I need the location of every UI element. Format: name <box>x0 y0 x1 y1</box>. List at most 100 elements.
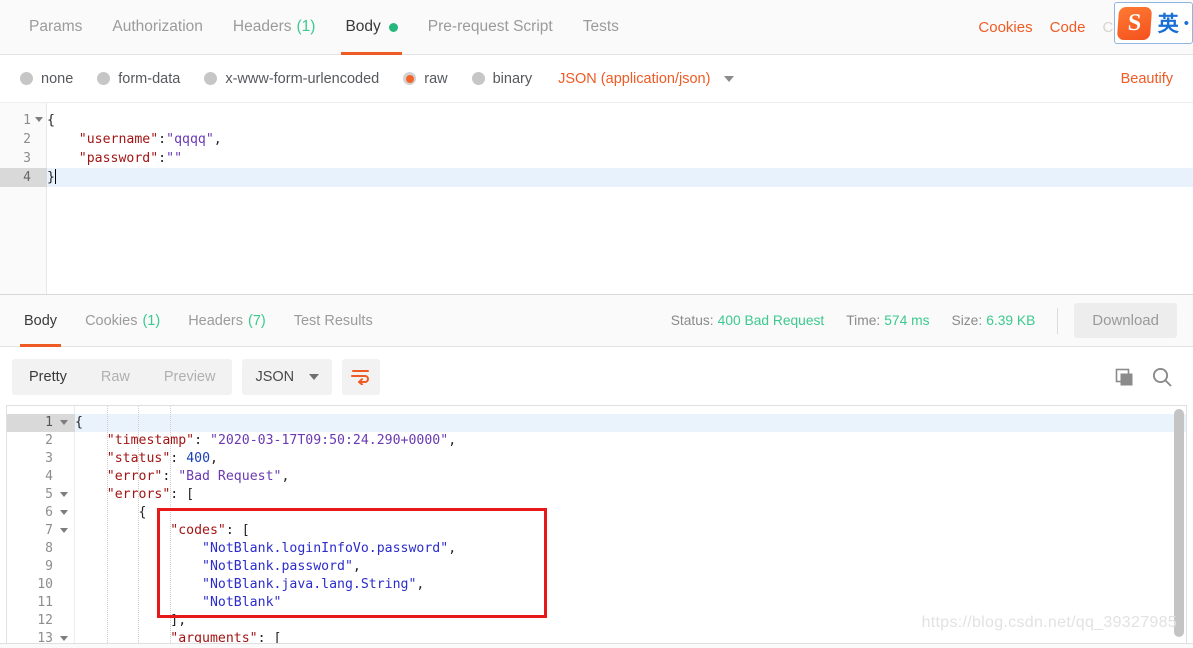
view-mode-raw[interactable]: Raw <box>84 359 147 395</box>
response-tab-cookies[interactable]: Cookies (1) <box>71 295 174 347</box>
response-tab-test-results[interactable]: Test Results <box>280 295 387 347</box>
code-line[interactable]: { <box>47 111 55 130</box>
code-token: "codes" <box>170 523 226 538</box>
request-tab-tests[interactable]: Tests <box>568 0 634 55</box>
mime-type-label: JSON (application/json) <box>558 70 711 87</box>
size-label: Size: <box>951 313 983 328</box>
request-tab-body[interactable]: Body <box>330 0 412 55</box>
request-tab-bar: Params Authorization Headers (1) Body Pre-req… <box>0 0 1193 55</box>
fold-arrow-icon[interactable] <box>60 492 68 497</box>
line-number[interactable]: 2 <box>0 130 47 149</box>
response-format-dropdown[interactable]: JSON <box>242 359 333 395</box>
code-line[interactable]: "codes": [ <box>75 522 249 540</box>
mime-type-dropdown[interactable]: JSON (application/json) <box>558 70 735 87</box>
code-token: "NotBlank.java.lang.String" <box>202 577 417 592</box>
search-button[interactable] <box>1151 366 1173 388</box>
line-number[interactable]: 4 <box>0 168 47 187</box>
code-line[interactable]: "NotBlank.password", <box>75 558 361 576</box>
line-number[interactable]: 9 <box>7 558 75 576</box>
copy-icon <box>1115 368 1133 385</box>
line-number[interactable]: 1 <box>0 111 47 130</box>
code-line[interactable]: "errors": [ <box>75 486 194 504</box>
line-number[interactable]: 3 <box>0 149 47 168</box>
line-number[interactable]: 12 <box>7 612 75 630</box>
response-tab-body[interactable]: Body <box>10 295 71 347</box>
body-modified-dot-icon <box>388 22 398 32</box>
line-number[interactable]: 1 <box>7 414 75 432</box>
body-type-binary[interactable]: binary <box>471 71 532 87</box>
code-line[interactable]: "error": "Bad Request", <box>75 468 290 486</box>
sogou-logo-icon[interactable]: S <box>1116 6 1152 40</box>
body-type-none[interactable]: none <box>20 71 73 87</box>
code-line[interactable]: "NotBlank.java.lang.String", <box>75 576 424 594</box>
fold-arrow-icon[interactable] <box>60 636 68 641</box>
tab-label: Tests <box>582 18 619 35</box>
code-link[interactable]: Code <box>1050 19 1086 36</box>
sogou-ime-toolbar[interactable]: S 英 • <box>1113 2 1193 44</box>
line-number[interactable]: 10 <box>7 576 75 594</box>
ime-more-icon[interactable]: • <box>1182 15 1189 32</box>
vertical-scrollbar[interactable] <box>1174 409 1184 637</box>
body-type-x-www-form-urlencoded[interactable]: x-www-form-urlencoded <box>204 71 379 87</box>
line-number[interactable]: 13 <box>7 630 75 643</box>
line-number[interactable]: 11 <box>7 594 75 612</box>
code-token: ], <box>75 613 187 628</box>
line-number[interactable]: 2 <box>7 432 75 450</box>
request-body-editor[interactable]: 1234 { "username":"qqqq", "password":""} <box>0 103 1193 295</box>
line-number[interactable]: 4 <box>7 468 75 486</box>
tab-label: Headers <box>188 312 243 329</box>
code-line[interactable]: "arguments": [ <box>75 630 281 643</box>
code-line[interactable]: { <box>75 504 147 522</box>
code-token: "status" <box>106 451 171 466</box>
fold-arrow-icon[interactable] <box>35 117 43 122</box>
body-type-form-data[interactable]: form-data <box>97 71 180 87</box>
code-line[interactable]: "timestamp": "2020-03-17T09:50:24.290+00… <box>75 432 456 450</box>
code-line[interactable]: ], <box>75 612 186 630</box>
code-token: { <box>75 505 147 520</box>
line-number[interactable]: 6 <box>7 504 75 522</box>
word-wrap-button[interactable] <box>342 359 381 395</box>
response-body-editor[interactable]: 1 2 3 4 5 6 7 8 9 10 11 12 13 { "timestamp": "2020-0… <box>6 405 1187 643</box>
line-number[interactable]: 8 <box>7 540 75 558</box>
line-number[interactable]: 7 <box>7 522 75 540</box>
request-tab-params[interactable]: Params <box>14 0 97 55</box>
code-line[interactable]: "password":"" <box>47 149 182 168</box>
response-tab-bar: Body Cookies (1) Headers (7) Test Results Sta… <box>0 295 1193 347</box>
fold-arrow-icon[interactable] <box>60 420 68 425</box>
fold-arrow-icon[interactable] <box>60 510 68 515</box>
copy-button[interactable] <box>1114 367 1135 388</box>
code-token: , <box>448 433 457 448</box>
code-line[interactable]: "NotBlank.loginInfoVo.password", <box>75 540 456 558</box>
line-number[interactable]: 5 <box>7 486 75 504</box>
tab-label: Cookies <box>85 312 138 329</box>
body-type-row: none form-data x-www-form-urlencoded raw bin… <box>0 55 1193 103</box>
response-tab-headers[interactable]: Headers (7) <box>174 295 280 347</box>
download-button[interactable]: Download <box>1074 303 1177 338</box>
view-mode-preview[interactable]: Preview <box>147 359 233 395</box>
code-line[interactable]: "status": 400, <box>75 450 218 468</box>
response-code-area[interactable]: { "timestamp": "2020-03-17T09:50:24.290+… <box>75 406 1186 643</box>
code-token: : <box>170 451 187 466</box>
body-type-raw[interactable]: raw <box>403 71 448 87</box>
code-token: : <box>194 433 210 448</box>
request-code-area[interactable]: { "username":"qqqq", "password":""} <box>47 103 1193 294</box>
code-line[interactable]: "username":"qqqq", <box>47 130 222 149</box>
code-line[interactable]: { <box>75 414 83 432</box>
ime-language-mode[interactable]: 英 <box>1155 8 1182 38</box>
fold-arrow-icon[interactable] <box>60 528 68 533</box>
beautify-button[interactable]: Beautify <box>1121 71 1193 87</box>
code-token: , <box>210 451 218 466</box>
response-toolbar: Pretty Raw Preview JSON <box>0 347 1193 407</box>
request-tab-headers[interactable]: Headers (1) <box>218 0 331 55</box>
cookies-link[interactable]: Cookies <box>978 19 1032 36</box>
line-number[interactable]: 3 <box>7 450 75 468</box>
tab-label: Pre-request Script <box>427 18 553 35</box>
code-line[interactable]: } <box>47 168 57 187</box>
code-token: : <box>158 151 167 166</box>
request-tab-authorization[interactable]: Authorization <box>97 0 217 55</box>
request-tab-pre-request-script[interactable]: Pre-request Script <box>413 0 568 55</box>
code-line[interactable]: "NotBlank" <box>75 594 281 612</box>
view-mode-pretty[interactable]: Pretty <box>12 359 84 395</box>
